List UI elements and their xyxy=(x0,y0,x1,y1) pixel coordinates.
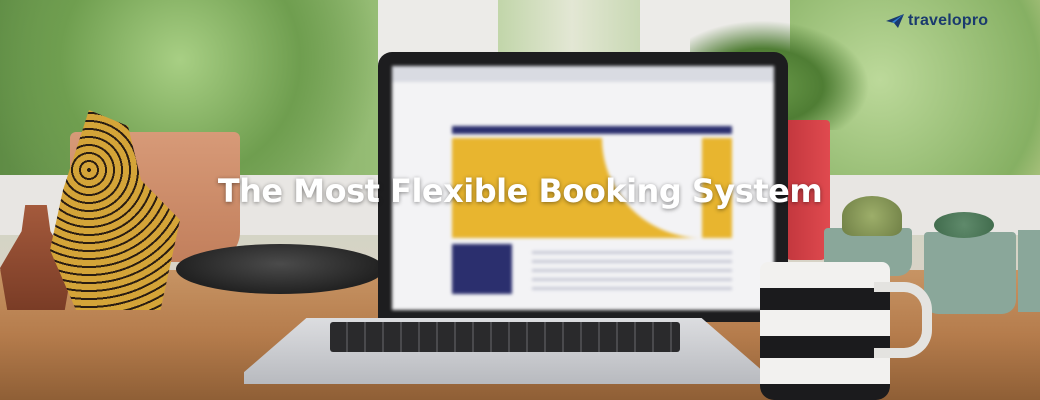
brand-name: travelopro xyxy=(908,12,989,29)
paper-plane-icon xyxy=(886,14,904,28)
cactus-pot xyxy=(924,232,1016,314)
cactus-pot xyxy=(1018,230,1040,312)
browser-bar xyxy=(392,66,774,82)
mug-handle xyxy=(874,282,932,358)
hero-banner: The Most Flexible Booking System travelo… xyxy=(0,0,1040,400)
cactus xyxy=(934,212,994,238)
decorative-dish xyxy=(176,244,384,294)
brand-logo[interactable]: travelopro xyxy=(886,11,988,31)
striped-mug xyxy=(760,262,890,400)
site-content xyxy=(532,251,732,291)
site-nav xyxy=(452,126,732,134)
hero-headline: The Most Flexible Booking System xyxy=(217,172,823,210)
site-sidebar xyxy=(452,244,512,294)
laptop-keyboard xyxy=(330,322,680,352)
